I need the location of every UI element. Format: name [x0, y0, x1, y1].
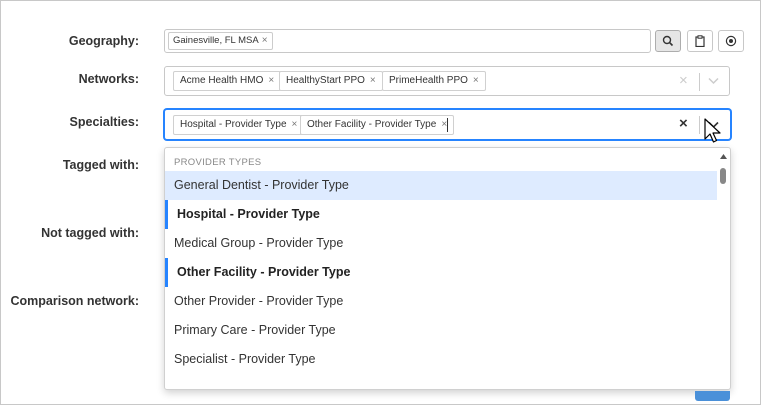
- specialties-chip: Hospital - Provider Type ×: [173, 115, 305, 135]
- chip-remove-icon[interactable]: ×: [268, 75, 274, 86]
- scroll-up-arrow-icon[interactable]: [720, 154, 727, 159]
- chip-label: Acme Health HMO: [180, 75, 264, 86]
- chip-remove-icon[interactable]: ×: [473, 75, 479, 86]
- geography-search-button[interactable]: [655, 30, 681, 52]
- option-specialist[interactable]: Specialist - Provider Type: [165, 345, 717, 374]
- option-medical-group[interactable]: Medical Group - Provider Type: [165, 229, 717, 258]
- option-hospital[interactable]: Hospital - Provider Type: [165, 200, 717, 229]
- target-icon: [725, 35, 737, 47]
- option-general-dentist[interactable]: General Dentist - Provider Type: [165, 171, 717, 200]
- chip-label: PrimeHealth PPO: [389, 75, 468, 86]
- chevron-down-icon[interactable]: [708, 77, 719, 85]
- specialties-chip: Other Facility - Provider Type ×: [300, 115, 455, 135]
- specialties-dropdown-menu[interactable]: PROVIDER TYPES General Dentist - Provide…: [164, 147, 731, 390]
- submit-button[interactable]: [695, 391, 730, 401]
- networks-clear-icon[interactable]: ×: [679, 72, 688, 89]
- comparison-network-label: Comparison network:: [10, 294, 140, 308]
- geography-input[interactable]: Gainesville, FL MSA ×: [164, 29, 651, 53]
- divider: [699, 116, 700, 134]
- chip-remove-icon[interactable]: ×: [292, 119, 298, 130]
- not-tagged-with-label: Not tagged with:: [41, 226, 139, 240]
- networks-label: Networks:: [78, 72, 139, 86]
- option-other-facility[interactable]: Other Facility - Provider Type: [165, 258, 717, 287]
- clipboard-icon: [695, 35, 705, 47]
- geography-clipboard-button[interactable]: [687, 30, 713, 52]
- group-header: PROVIDER TYPES: [174, 157, 262, 168]
- mouse-cursor-icon: [704, 118, 721, 143]
- specialties-input[interactable]: Hospital - Provider Type × Other Facility…: [164, 109, 731, 140]
- networks-chip: PrimeHealth PPO ×: [382, 71, 486, 91]
- chip-label: Other Facility - Provider Type: [307, 119, 437, 130]
- geography-label: Geography:: [68, 34, 139, 48]
- specialties-label: Specialties:: [69, 115, 139, 129]
- specialties-clear-icon[interactable]: ×: [679, 115, 688, 132]
- networks-input[interactable]: Acme Health HMO × HealthyStart PPO × Prime…: [164, 66, 730, 96]
- networks-chip: Acme Health HMO ×: [173, 71, 282, 91]
- chip-label: Gainesville, FL MSA: [173, 35, 259, 46]
- geography-target-button[interactable]: [718, 30, 744, 52]
- option-primary-care[interactable]: Primary Care - Provider Type: [165, 316, 717, 345]
- networks-chip: HealthyStart PPO ×: [279, 71, 383, 91]
- chip-label: HealthyStart PPO: [286, 75, 365, 86]
- tagged-with-label: Tagged with:: [62, 158, 139, 172]
- scrollbar-thumb[interactable]: [720, 168, 726, 184]
- text-cursor: [447, 118, 448, 132]
- chip-label: Hospital - Provider Type: [180, 119, 287, 130]
- divider: [699, 73, 700, 91]
- geography-chip: Gainesville, FL MSA ×: [168, 32, 273, 50]
- search-icon: [662, 35, 674, 47]
- chip-remove-icon[interactable]: ×: [262, 35, 268, 46]
- chip-remove-icon[interactable]: ×: [370, 75, 376, 86]
- menu-scrollbar[interactable]: [719, 152, 727, 387]
- option-other-provider[interactable]: Other Provider - Provider Type: [165, 287, 717, 316]
